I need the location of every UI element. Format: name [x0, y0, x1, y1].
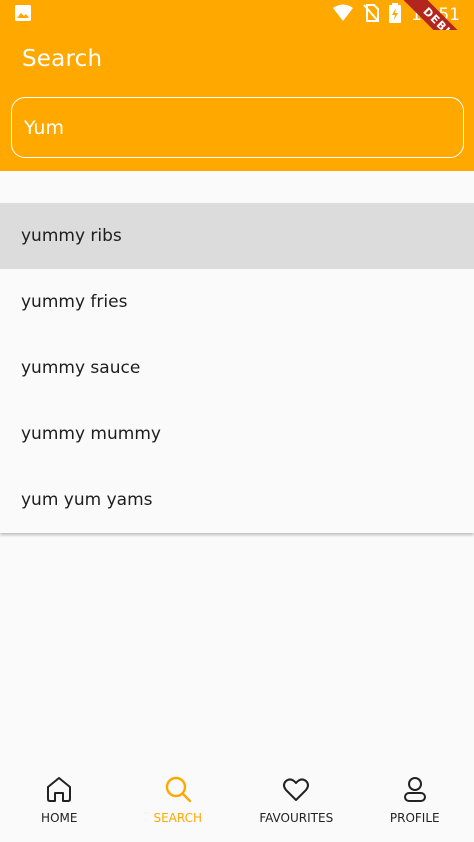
search-icon: [163, 774, 193, 807]
home-icon: [44, 774, 74, 807]
heart-icon: [281, 774, 311, 807]
nav-label-search: SEARCH: [153, 810, 203, 825]
list-item[interactable]: yummy mummy: [0, 401, 474, 467]
no-sim-icon: [363, 3, 379, 27]
list-item[interactable]: yummy sauce: [0, 335, 474, 401]
wifi-icon: [333, 4, 353, 27]
status-bar: 12:51: [0, 0, 474, 30]
list-item[interactable]: yummy ribs: [0, 203, 474, 269]
status-time: 12:51: [411, 5, 460, 25]
image-icon: [14, 4, 32, 26]
bottom-nav: HOME SEARCH FAVOURITES PROFILE: [0, 762, 474, 842]
search-box[interactable]: [11, 97, 464, 158]
app-bar: Search: [0, 30, 474, 171]
nav-item-search[interactable]: SEARCH: [123, 774, 233, 825]
nav-item-profile[interactable]: PROFILE: [360, 774, 470, 825]
nav-label-favourites: FAVOURITES: [259, 810, 334, 825]
battery-charging-icon: [389, 2, 401, 28]
nav-item-home[interactable]: HOME: [4, 774, 114, 825]
nav-item-favourites[interactable]: FAVOURITES: [241, 774, 351, 825]
profile-icon: [400, 774, 430, 807]
nav-label-profile: PROFILE: [389, 810, 440, 825]
list-item[interactable]: yum yum yams: [0, 467, 474, 533]
page-title: Search: [22, 46, 103, 72]
nav-label-home: HOME: [41, 810, 78, 825]
search-results-list: yummy ribs yummy fries yummy sauce yummy…: [0, 203, 474, 533]
list-item[interactable]: yummy fries: [0, 269, 474, 335]
search-input[interactable]: [24, 116, 463, 139]
